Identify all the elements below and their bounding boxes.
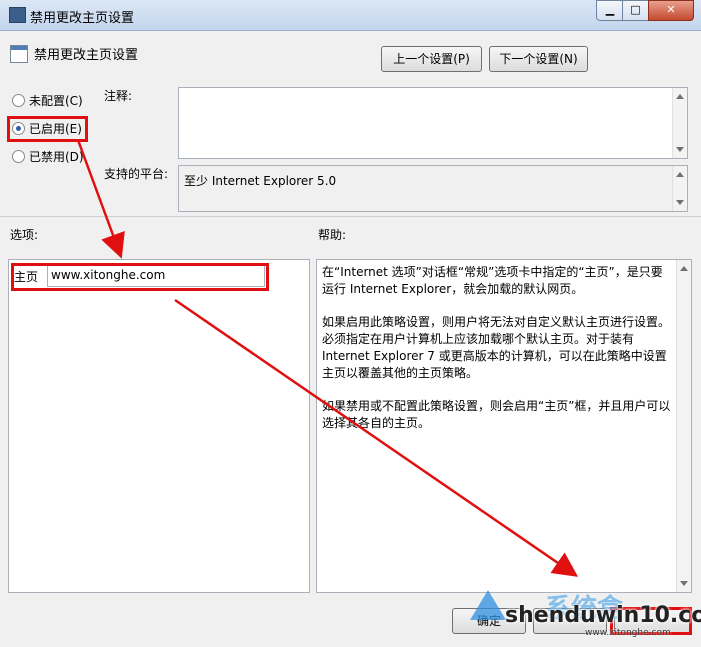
policy-title: 禁用更改主页设置 bbox=[34, 48, 139, 63]
maximize-button[interactable]: □ bbox=[622, 0, 649, 21]
scroll-up-icon[interactable] bbox=[676, 94, 684, 99]
help-paragraph: 如果禁用或不配置此策略设置，则会启用“主页”框，并且用户可以选择其各自的主页。 bbox=[322, 399, 671, 430]
scroll-up-icon[interactable] bbox=[680, 266, 688, 271]
platform-field: 至少 Internet Explorer 5.0 bbox=[178, 165, 688, 212]
scroll-down-icon[interactable] bbox=[676, 200, 684, 205]
close-button[interactable]: ✕ bbox=[648, 0, 694, 21]
scroll-down-icon[interactable] bbox=[680, 581, 688, 586]
minimize-button[interactable]: ▁ bbox=[596, 0, 624, 21]
radio-circle-icon bbox=[12, 150, 25, 163]
radio-label: 未配置(C) bbox=[29, 94, 83, 108]
annotation-highlight-enabled bbox=[7, 116, 88, 142]
help-paragraph: 如果启用此策略设置，则用户将无法对自定义默认主页进行设置。必须指定在用户计算机上… bbox=[322, 315, 671, 380]
watermark-subtext: www.xitonghe.com bbox=[585, 628, 671, 638]
comment-label: 注释: bbox=[104, 89, 133, 103]
prev-setting-button[interactable]: 上一个设置(P) bbox=[381, 46, 482, 72]
comment-textarea[interactable] bbox=[178, 87, 688, 159]
policy-icon bbox=[10, 45, 28, 63]
scroll-up-icon[interactable] bbox=[676, 172, 684, 177]
radio-disabled[interactable]: 已禁用(D) bbox=[12, 148, 84, 165]
options-label: 选项: bbox=[10, 228, 39, 242]
help-label: 帮助: bbox=[318, 228, 347, 242]
radio-not-configured[interactable]: 未配置(C) bbox=[12, 92, 83, 109]
comment-scrollbar[interactable] bbox=[672, 88, 687, 158]
app-icon bbox=[9, 7, 26, 23]
watermark-logo-icon bbox=[470, 590, 506, 620]
help-text: 在“Internet 选项”对话框“常规”选项卡中指定的“主页”，是只要运行 I… bbox=[322, 264, 672, 448]
watermark-text: shenduwin10.com bbox=[505, 603, 701, 628]
options-panel: 主页 www.xitonghe.com bbox=[8, 259, 310, 593]
platform-scrollbar[interactable] bbox=[672, 166, 687, 211]
next-setting-button[interactable]: 下一个设置(N) bbox=[489, 46, 588, 72]
radio-circle-icon bbox=[12, 94, 25, 107]
annotation-highlight-homepage bbox=[11, 263, 269, 291]
platform-label: 支持的平台: bbox=[104, 167, 169, 181]
platform-value: 至少 Internet Explorer 5.0 bbox=[184, 174, 337, 188]
help-scrollbar[interactable] bbox=[676, 260, 691, 592]
radio-label: 已禁用(D) bbox=[29, 150, 84, 164]
help-panel: 在“Internet 选项”对话框“常规”选项卡中指定的“主页”，是只要运行 I… bbox=[316, 259, 692, 593]
scroll-down-icon[interactable] bbox=[676, 147, 684, 152]
window-title: 禁用更改主页设置 bbox=[30, 11, 135, 26]
section-divider bbox=[0, 216, 701, 217]
arrow-to-homepage bbox=[76, 139, 125, 259]
help-paragraph: 在“Internet 选项”对话框“常规”选项卡中指定的“主页”，是只要运行 I… bbox=[322, 265, 663, 296]
